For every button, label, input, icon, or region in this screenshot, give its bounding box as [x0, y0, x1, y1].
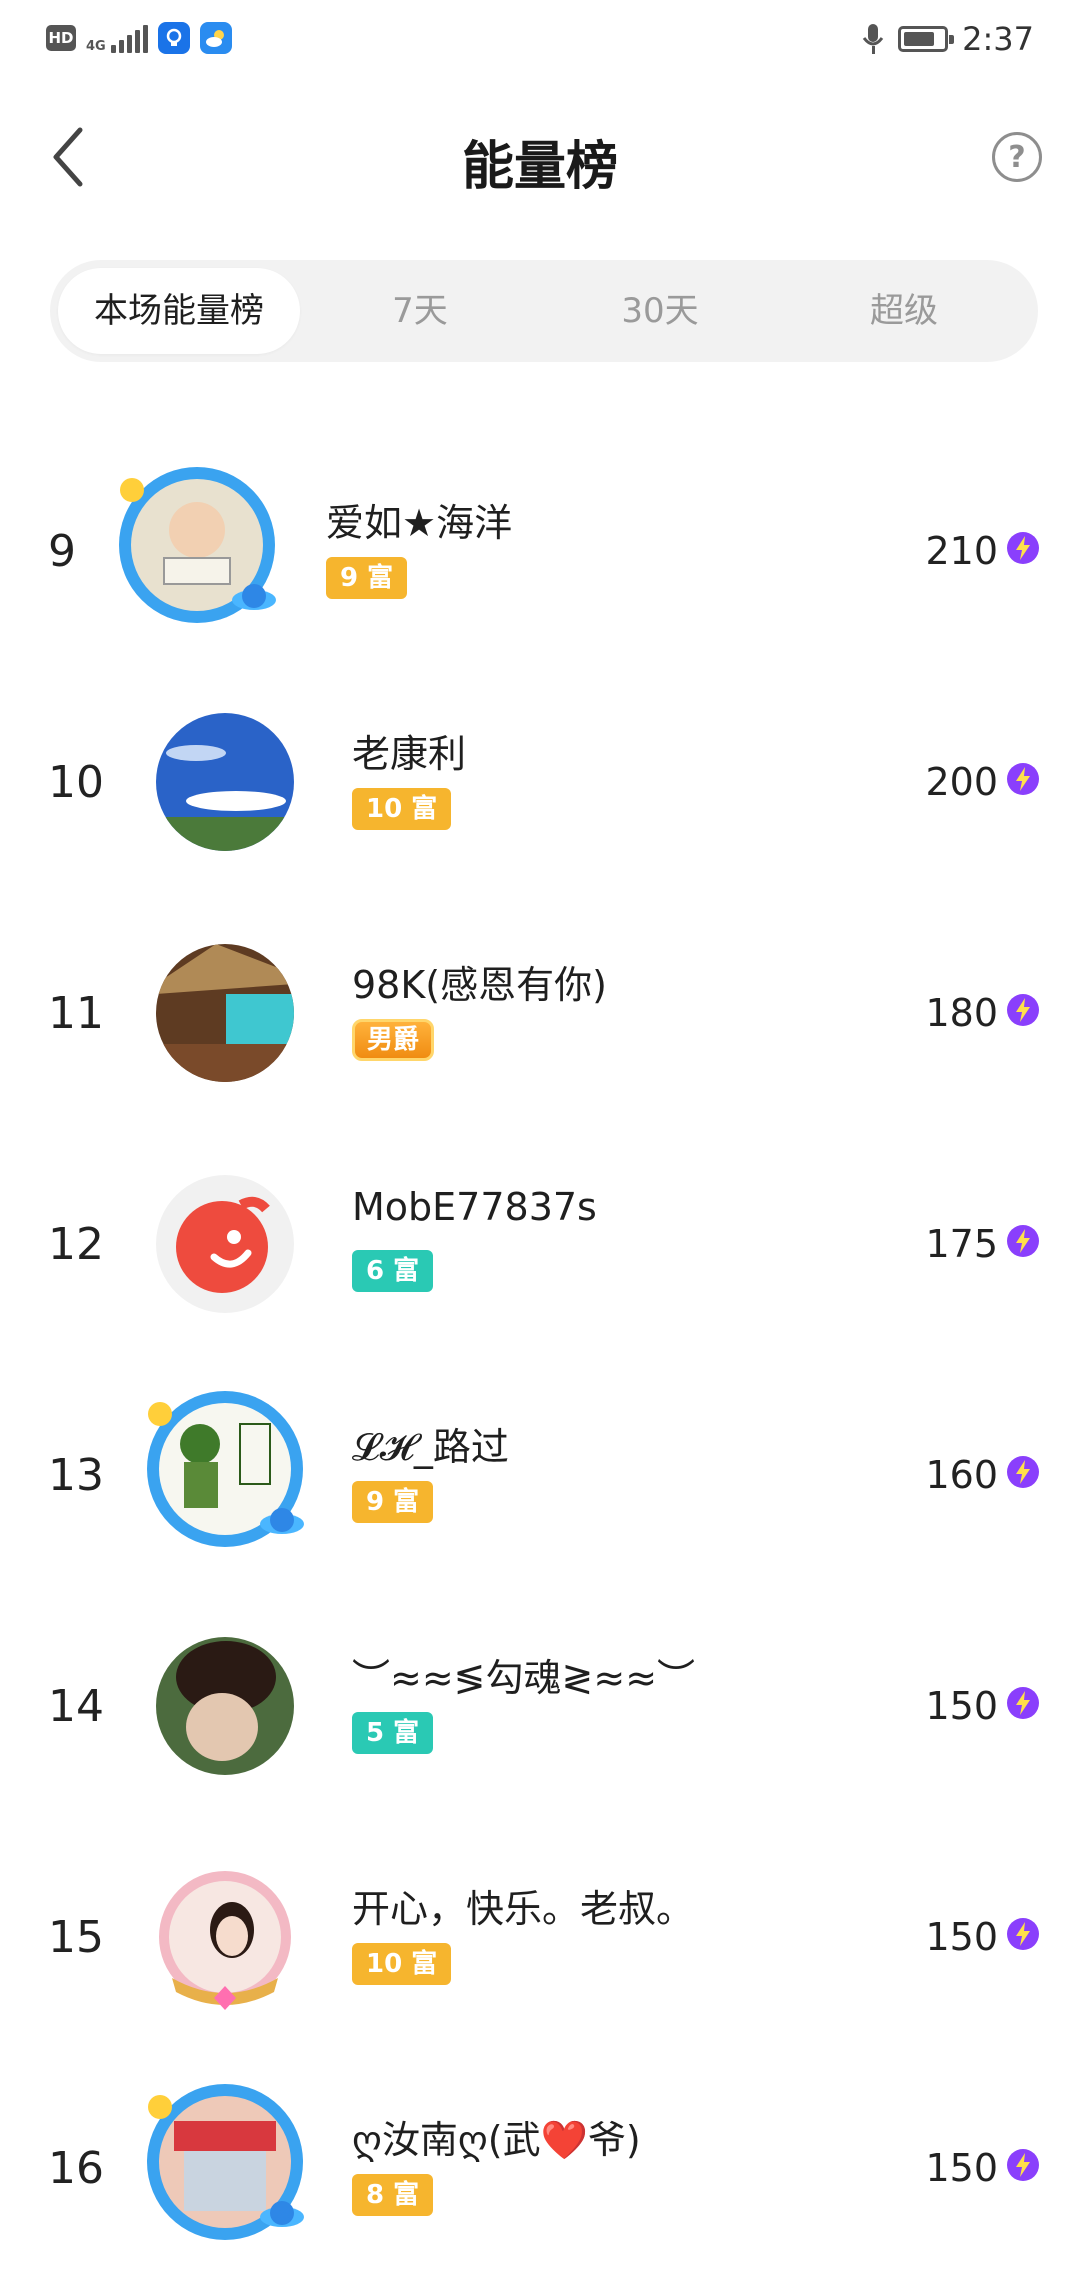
wealth-badge: 5 富	[352, 1712, 434, 1754]
energy-score: 210	[925, 529, 998, 573]
user-name: 开心，快乐。老叔。	[352, 1887, 695, 1931]
list-item[interactable]: 15 开心，快乐。老叔。 10 富 150	[0, 1822, 1080, 2053]
wealth-badge: 9 富	[352, 1481, 434, 1523]
energy-bolt-icon	[1007, 1456, 1039, 1488]
energy-score: 150	[925, 2146, 998, 2190]
avatar[interactable]	[156, 1868, 294, 2010]
noble-badge: 男爵	[352, 1019, 435, 1061]
energy-bolt-icon	[1007, 1918, 1039, 1950]
avatar[interactable]	[156, 1637, 294, 1775]
user-name: MobE77837s	[352, 1185, 597, 1229]
list-item[interactable]: 11 98K(感恩有你) 男爵 180	[0, 898, 1080, 1129]
wealth-badge: 9 富	[326, 557, 408, 599]
rank-number: 10	[48, 757, 104, 808]
rank-number: 14	[48, 1681, 104, 1732]
energy-bolt-icon	[1007, 532, 1039, 564]
weather-app-icon	[199, 22, 232, 54]
energy-score: 160	[925, 1453, 998, 1497]
tab-super[interactable]: 超级	[834, 268, 974, 354]
status-right: 2:37	[862, 20, 1034, 58]
rank-number: 11	[48, 988, 104, 1039]
avatar[interactable]	[156, 944, 294, 1082]
energy-score: 150	[925, 1684, 998, 1728]
clock: 2:37	[962, 20, 1034, 58]
avatar[interactable]	[156, 713, 294, 851]
energy-score: 150	[925, 1915, 998, 1959]
list-item[interactable]: 14 ︶≈≈≶勾魂≷≈≈︶ 5 富 150	[0, 1591, 1080, 1822]
list-item[interactable]: 16 ღ汝南ღ(武❤️爷) 8 富 150	[0, 2053, 1080, 2284]
lightbulb-app-icon	[157, 22, 190, 54]
rank-number: 12	[48, 1219, 104, 1270]
rank-number: 16	[48, 2143, 104, 2194]
wealth-badge: 8 富	[352, 2174, 434, 2216]
help-button[interactable]: ?	[992, 132, 1042, 182]
tab-current-session[interactable]: 本场能量榜	[58, 268, 300, 354]
energy-bolt-icon	[1007, 1225, 1039, 1257]
battery-icon	[898, 26, 955, 52]
avatar[interactable]	[112, 460, 282, 630]
page-title: 能量榜	[461, 137, 618, 197]
tab-30-days[interactable]: 30天	[590, 268, 730, 354]
list-item[interactable]: 10 老康利 10 富 200	[0, 667, 1080, 898]
wealth-badge: 6 富	[352, 1250, 434, 1292]
wealth-badge: 10 富	[352, 788, 452, 830]
energy-bolt-icon	[1007, 2149, 1039, 2181]
energy-bolt-icon	[1007, 994, 1039, 1026]
avatar[interactable]	[156, 1175, 294, 1313]
energy-score: 180	[925, 991, 998, 1035]
user-name: 爱如★海洋	[326, 501, 513, 545]
status-bar: HD 4G 2:37	[0, 0, 1080, 90]
header: 能量榜 ?	[0, 100, 1080, 220]
avatar[interactable]	[140, 2077, 310, 2247]
status-left: HD 4G	[46, 22, 232, 54]
user-name: ღ汝南ღ(武❤️爷)	[352, 2118, 641, 2162]
user-name: 老康利	[352, 732, 467, 776]
energy-bolt-icon	[1007, 763, 1039, 795]
user-name: ︶≈≈≶勾魂≷≈≈︶	[352, 1656, 696, 1700]
wealth-badge: 10 富	[352, 1943, 452, 1985]
question-circle-icon: ?	[1008, 139, 1026, 175]
network-type: 4G	[86, 39, 106, 54]
tab-7-days[interactable]: 7天	[350, 268, 490, 354]
rank-number: 15	[48, 1912, 104, 1963]
energy-score: 200	[925, 760, 998, 804]
list-item[interactable]: 12 MobE77837s 6 富 175	[0, 1129, 1080, 1360]
user-name: 𝓛𝓗_路过	[352, 1425, 509, 1469]
energy-score: 175	[925, 1222, 998, 1266]
user-name: 98K(感恩有你)	[352, 963, 607, 1007]
hd-icon: HD	[46, 25, 76, 51]
avatar[interactable]	[140, 1384, 310, 1554]
list-item[interactable]: 9 爱如★海洋 9 富 210	[0, 436, 1080, 667]
signal-icon: 4G	[86, 23, 148, 53]
rank-number: 13	[48, 1450, 104, 1501]
list-item[interactable]: 13 𝓛𝓗_路过 9 富 160	[0, 1360, 1080, 1591]
microphone-icon	[862, 24, 884, 54]
energy-bolt-icon	[1007, 1687, 1039, 1719]
rank-number: 9	[48, 526, 76, 577]
ranking-tabs: 本场能量榜 7天 30天 超级	[50, 260, 1038, 362]
